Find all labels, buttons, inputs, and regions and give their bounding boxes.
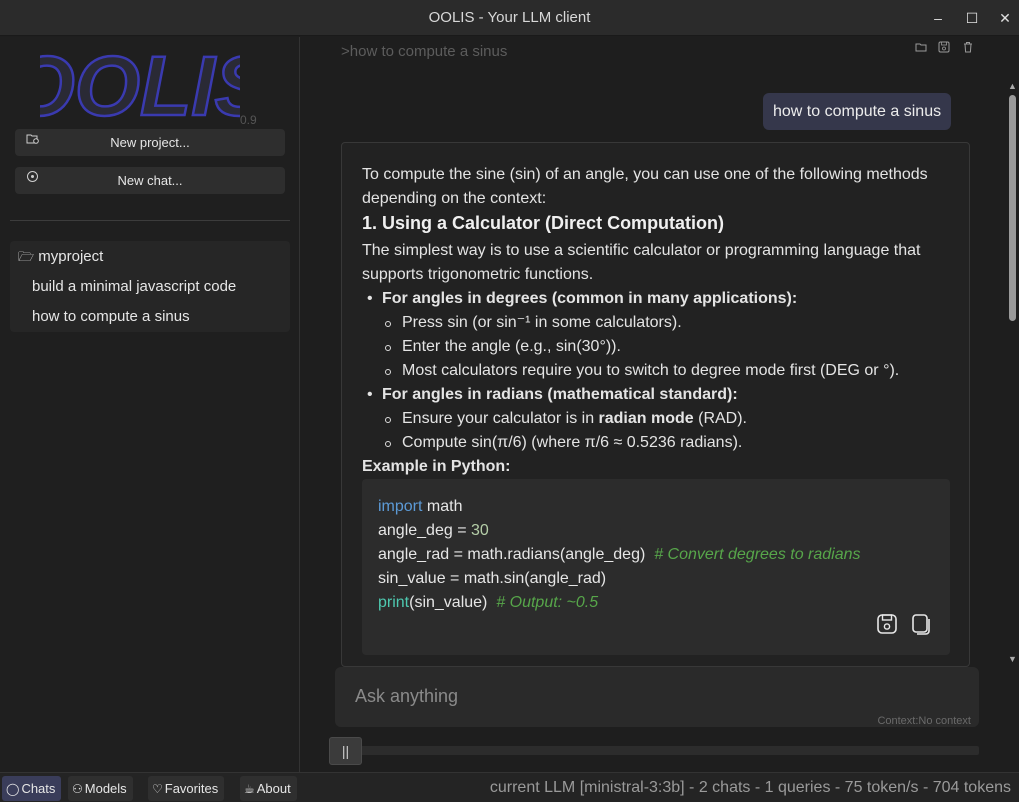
- logo-graphic: OOLIS: [8, 38, 272, 135]
- chat-item-javascript[interactable]: build a minimal javascript code: [32, 278, 236, 295]
- copy-code-icon[interactable]: [910, 613, 932, 635]
- sidebar: OOLIS 0.9 New project... New chat... 🗁 m…: [0, 37, 300, 772]
- scrollbar-thumb[interactable]: [1009, 95, 1016, 321]
- slider-track[interactable]: [359, 746, 979, 755]
- new-chat-label: New chat...: [117, 173, 183, 188]
- bullet-circle-icon: [385, 441, 391, 447]
- tab-chats[interactable]: ◯ Chats: [2, 776, 62, 801]
- title-bar: OOLIS - Your LLM client – ☐ ✕: [0, 0, 1019, 36]
- project-name: myproject: [38, 248, 104, 265]
- coffee-icon: ☕: [244, 782, 255, 796]
- list-item: Enter the angle (e.g., sin(30°)).: [382, 335, 962, 359]
- chats-icon: ◯: [6, 782, 20, 796]
- save-conversation-icon[interactable]: [938, 41, 952, 55]
- oolis-logo: OOLIS 0.9: [8, 38, 272, 135]
- list-item: • For angles in degrees (common in many a…: [367, 290, 798, 307]
- status-text: current LLM [ministral-3:3b] - 2 chats -…: [489, 779, 1011, 796]
- list-item: • For angles in radians (mathematical sta…: [367, 386, 738, 403]
- answer-paragraph: The simplest way is to use a scientific …: [362, 242, 921, 283]
- radians-list: • For angles in radians (mathematical sta…: [367, 383, 962, 455]
- new-project-button[interactable]: New project...: [15, 129, 285, 156]
- conversation-title: >how to compute a sinus: [341, 43, 508, 60]
- scroll-down-icon[interactable]: ▼: [1006, 654, 1019, 664]
- code-line: print(sin_value) # Output: ~0.5: [378, 594, 599, 611]
- scroll-up-icon[interactable]: ▲: [1006, 81, 1019, 91]
- bullet-circle-icon: [385, 417, 391, 423]
- list-item: Most calculators require you to switch t…: [382, 359, 962, 383]
- answer-intro: To compute the sine (sin) of an angle, y…: [362, 166, 928, 207]
- code-line: import math: [378, 498, 463, 515]
- open-folder-icon[interactable]: [915, 41, 929, 55]
- list-item: Compute sin(π/6) (where π/6 ≈ 0.5236 rad…: [382, 431, 962, 455]
- answer-heading: 1. Using a Calculator (Direct Computatio…: [362, 213, 725, 233]
- minimize-button[interactable]: –: [928, 8, 948, 28]
- list-item: Press sin (or sin⁻¹ in some calculators)…: [382, 311, 962, 335]
- tab-models[interactable]: ⚇ Models: [68, 776, 133, 801]
- degrees-list: • For angles in degrees (common in many a…: [367, 287, 962, 383]
- maximize-button[interactable]: ☐: [962, 8, 982, 28]
- bullet-circle-icon: [385, 321, 391, 327]
- delete-conversation-icon[interactable]: [962, 41, 976, 55]
- horizontal-slider[interactable]: ||: [329, 737, 979, 765]
- models-icon: ⚇: [72, 782, 83, 796]
- slider-handle[interactable]: ||: [329, 737, 362, 765]
- status-bar: ◯ Chats ⚇ Models ♡ Favorites ☕ About current…: [0, 772, 1019, 802]
- heart-icon: ♡: [152, 782, 163, 796]
- assistant-answer: To compute the sine (sin) of an angle, y…: [341, 142, 970, 667]
- radians-title: For angles in radians (mathematical stan…: [382, 386, 738, 403]
- new-chat-button[interactable]: New chat...: [15, 167, 285, 194]
- prompt-box: Context:No context: [335, 667, 979, 727]
- version-label: 0.9: [240, 113, 257, 127]
- bullet-circle-icon: [385, 369, 391, 375]
- sidebar-divider: [10, 220, 290, 221]
- project-group: 🗁 myproject build a minimal javascript c…: [10, 241, 290, 332]
- list-item: Ensure your calculator is in radian mode…: [382, 407, 962, 431]
- project-item-myproject[interactable]: 🗁 myproject: [18, 248, 103, 270]
- main-panel: >how to compute a sinus how to compute a…: [301, 37, 1019, 772]
- new-chat-icon: [25, 167, 39, 194]
- folder-open-icon: 🗁: [18, 249, 35, 264]
- new-project-icon: [25, 129, 39, 156]
- tab-favorites[interactable]: ♡ Favorites: [148, 776, 225, 801]
- new-project-label: New project...: [110, 135, 190, 150]
- example-label: Example in Python:: [362, 458, 511, 475]
- conversation-scrollbar[interactable]: ▲ ▼: [1006, 81, 1019, 664]
- window-title: OOLIS - Your LLM client: [428, 9, 591, 26]
- prompt-input[interactable]: [355, 681, 945, 711]
- bullet-circle-icon: [385, 345, 391, 351]
- code-line: angle_deg = 30: [378, 522, 489, 539]
- chat-item-sinus[interactable]: how to compute a sinus: [32, 308, 190, 325]
- context-label: Context:No context: [877, 715, 971, 727]
- tab-about[interactable]: ☕ About: [240, 776, 297, 801]
- logo-text: OOLIS: [40, 45, 240, 125]
- close-button[interactable]: ✕: [995, 8, 1015, 28]
- degrees-title: For angles in degrees (common in many ap…: [382, 290, 798, 307]
- code-line: angle_rad = math.radians(angle_deg) # Co…: [378, 546, 861, 563]
- code-block: import math angle_deg = 30 angle_rad = m…: [362, 479, 950, 655]
- save-code-icon[interactable]: [876, 613, 898, 635]
- user-message-bubble: how to compute a sinus: [763, 93, 952, 130]
- code-line: sin_value = math.sin(angle_rad): [378, 570, 607, 587]
